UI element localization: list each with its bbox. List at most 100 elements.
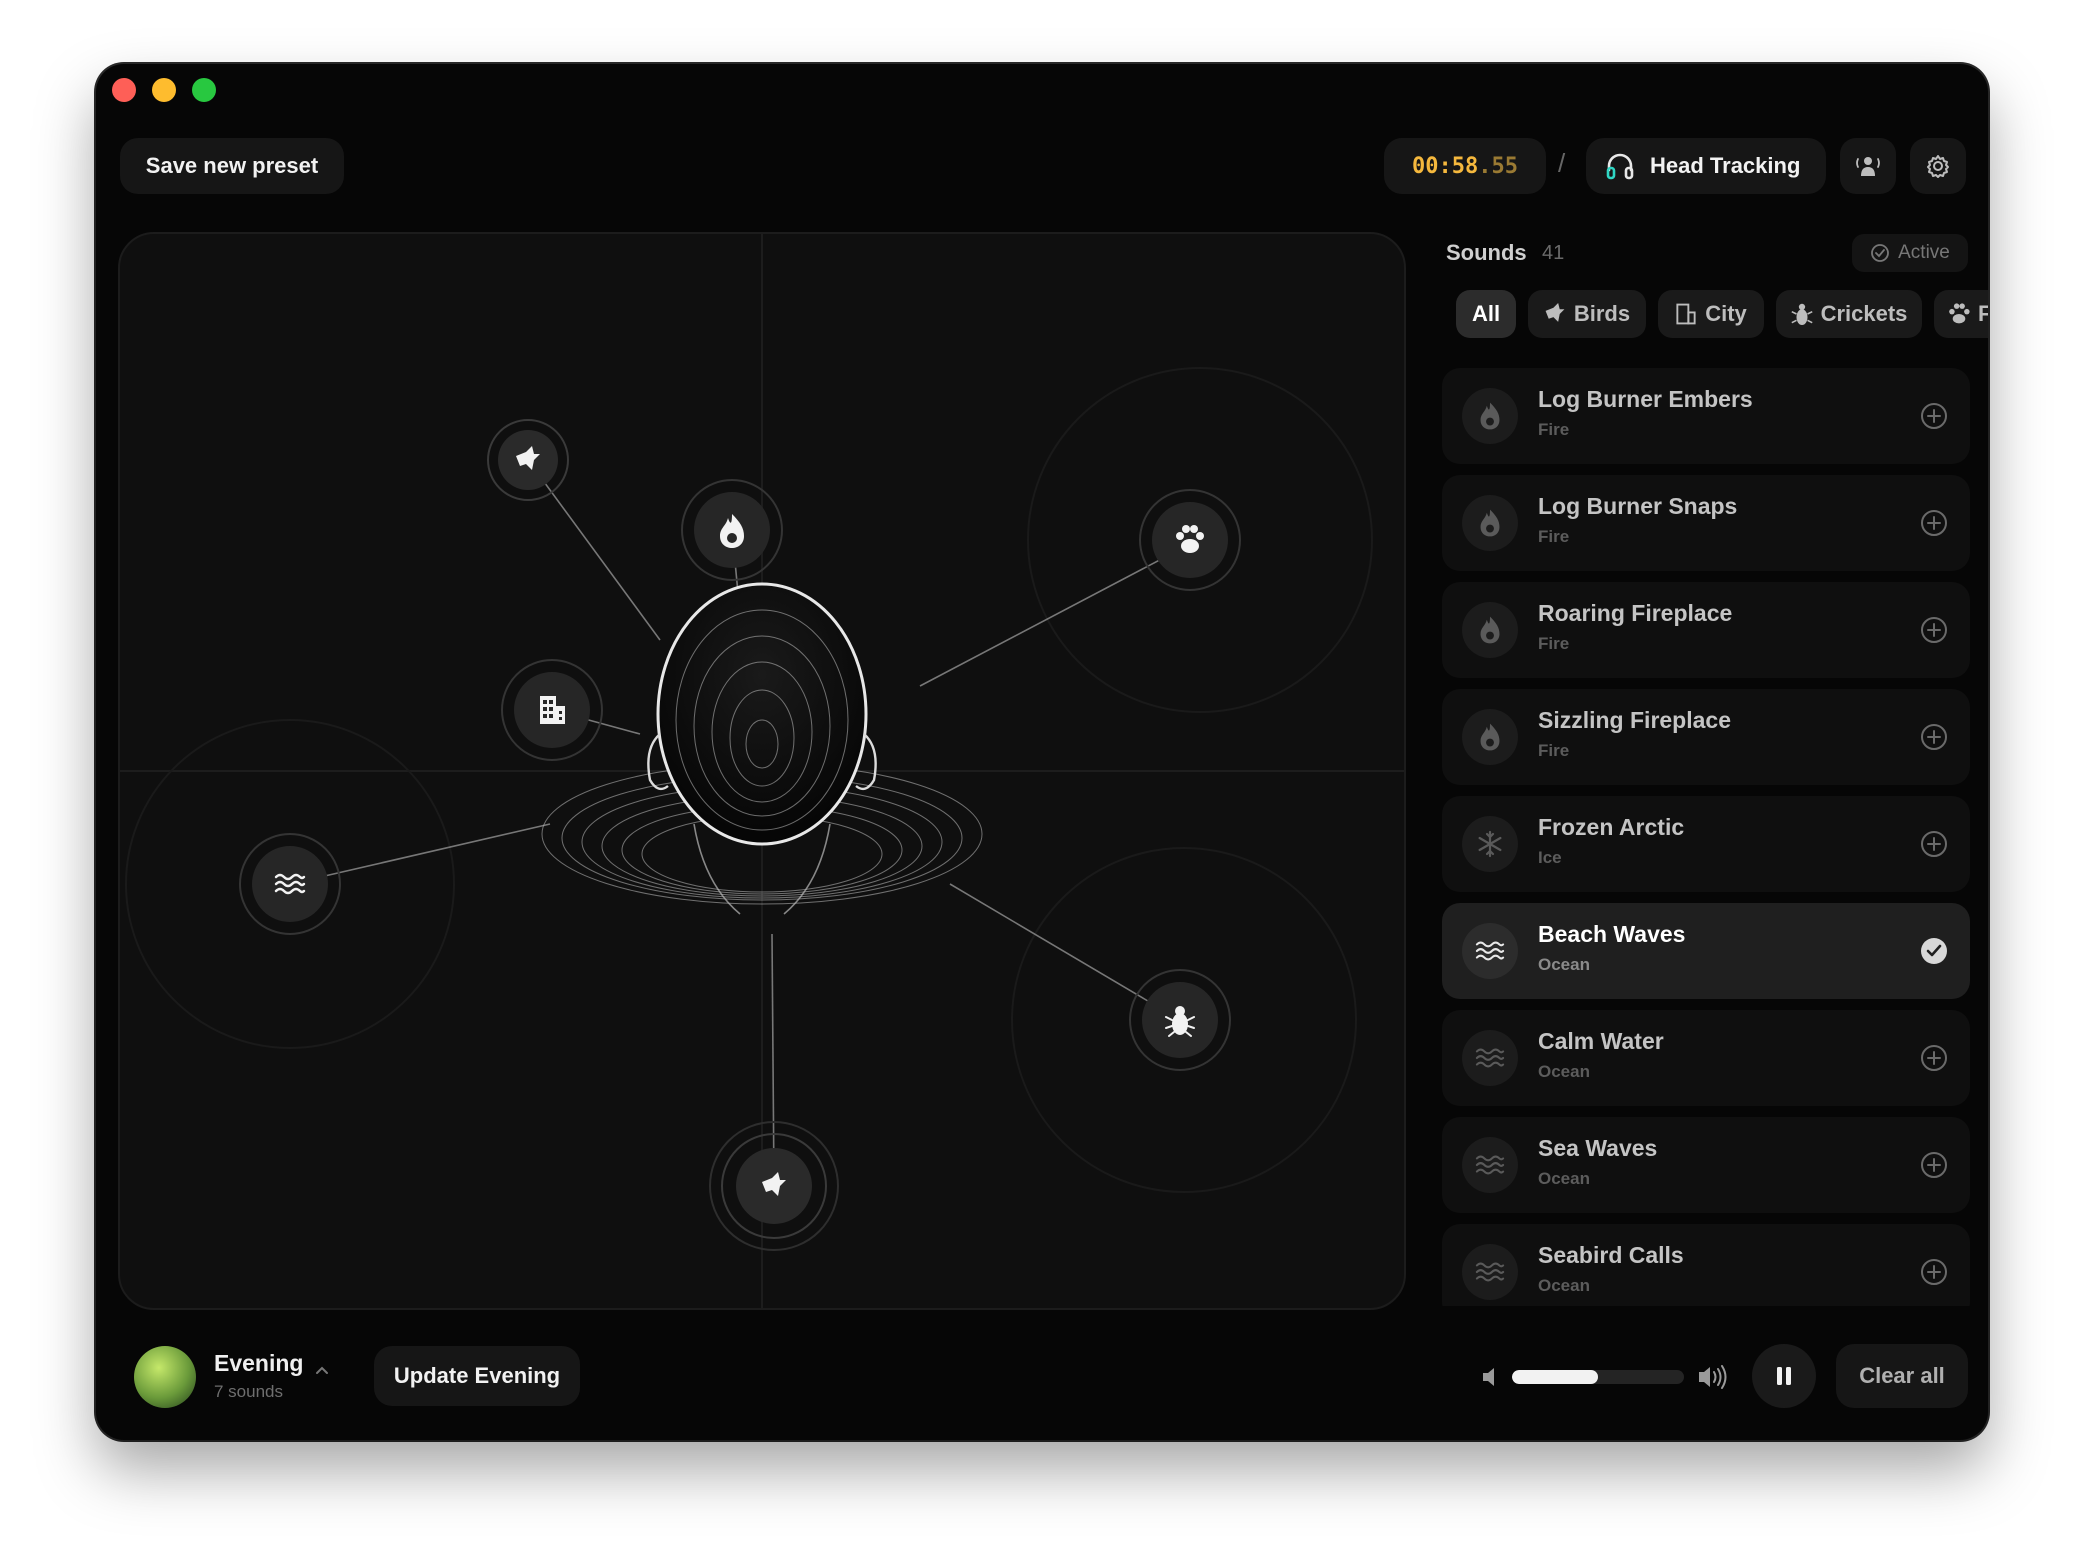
sound-name: Log Burner Embers	[1538, 386, 1753, 412]
sound-row[interactable]: Seabird Calls Ocean	[1442, 1224, 1970, 1306]
sound-row-icon	[1462, 923, 1518, 979]
sound-row-icon	[1462, 388, 1518, 444]
sound-name: Frozen Arctic	[1538, 814, 1685, 840]
filter-city[interactable]: City	[1658, 290, 1764, 338]
preset-name[interactable]: Evening	[214, 1350, 303, 1377]
node-bird-top[interactable]	[487, 419, 569, 501]
sound-category: Fire	[1538, 634, 1570, 653]
pause-icon	[1777, 1367, 1791, 1385]
sound-row-icon	[1462, 709, 1518, 765]
timer-fraction: .55	[1478, 153, 1518, 179]
save-preset-button[interactable]: Save new preset	[120, 138, 344, 194]
sound-row[interactable]: Frozen Arctic Ice	[1442, 796, 1970, 892]
check-circle-icon	[1871, 244, 1890, 262]
pause-button[interactable]	[1752, 1344, 1816, 1408]
node-paw[interactable]	[1139, 489, 1241, 591]
filter-all-label: All	[1471, 301, 1501, 326]
sound-row[interactable]: Sea Waves Ocean	[1442, 1117, 1970, 1213]
sound-row[interactable]: Calm Water Ocean	[1442, 1010, 1970, 1106]
chevron-up-icon[interactable]	[314, 1362, 330, 1378]
filter-city-label: City	[1705, 301, 1747, 326]
sound-name: Seabird Calls	[1538, 1242, 1684, 1268]
sound-name: Log Burner Snaps	[1538, 493, 1738, 519]
sound-row-icon	[1462, 1030, 1518, 1086]
headphones-icon	[1606, 153, 1634, 180]
sound-row[interactable]: Log Burner Embers Fire	[1442, 368, 1970, 464]
snowflake-icon	[1478, 830, 1502, 858]
sound-row-icon	[1462, 816, 1518, 872]
building-icon	[1676, 303, 1696, 325]
node-fire[interactable]	[681, 479, 783, 581]
sound-row[interactable]: Log Burner Snaps Fire	[1442, 475, 1970, 571]
filter-all[interactable]: All	[1456, 290, 1516, 338]
sound-category: Ocean	[1538, 1169, 1590, 1188]
head-tracking-button[interactable]: Head Tracking	[1586, 138, 1826, 194]
sounds-list[interactable]: Log Burner Embers Fire Log Burner Snaps …	[1442, 368, 1970, 1306]
add-circle-icon[interactable]	[1920, 402, 1948, 430]
sound-category: Ice	[1538, 848, 1562, 867]
node-bug[interactable]	[1129, 969, 1231, 1071]
profile-button[interactable]	[1840, 138, 1896, 194]
bird-icon	[1545, 303, 1565, 322]
zoom-window-button[interactable]	[192, 78, 216, 102]
add-circle-icon[interactable]	[1920, 1044, 1948, 1072]
clear-all-button[interactable]: Clear all	[1836, 1344, 1968, 1408]
person-wave-icon	[1856, 157, 1880, 176]
active-filter-button[interactable]: Active	[1852, 234, 1968, 272]
sound-category: Fire	[1538, 420, 1570, 439]
sound-name: Roaring Fireplace	[1538, 600, 1733, 626]
checkmark-icon[interactable]	[1920, 937, 1948, 965]
minimize-window-button[interactable]	[152, 78, 176, 102]
node-city[interactable]	[501, 659, 603, 761]
speaker-high-icon	[1699, 1365, 1727, 1389]
paw-icon	[1949, 303, 1970, 324]
spatial-canvas	[120, 234, 1404, 1308]
elapsed-timer: 00:58.55	[1384, 138, 1546, 194]
sound-name: Sizzling Fireplace	[1538, 707, 1731, 733]
timer-main: 00:58	[1412, 153, 1479, 179]
filter-crickets[interactable]: Crickets	[1776, 290, 1922, 338]
settings-button[interactable]	[1910, 138, 1966, 194]
spatial-stage[interactable]	[118, 232, 1406, 1310]
head-tracking-label: Head Tracking	[1650, 153, 1801, 178]
add-circle-icon[interactable]	[1920, 830, 1948, 858]
active-label: Active	[1898, 242, 1950, 263]
sound-category: Ocean	[1538, 1276, 1590, 1295]
filter-partial-label: F	[1978, 301, 1988, 326]
filter-partial[interactable]: F	[1934, 290, 1988, 338]
add-circle-icon[interactable]	[1920, 723, 1948, 751]
flame-icon	[1480, 723, 1500, 751]
category-filters: All Birds City Crickets F	[1456, 290, 1988, 338]
sound-category: Ocean	[1538, 1062, 1590, 1081]
bug-icon	[1791, 303, 1813, 325]
preset-sound-count: 7 sounds	[214, 1382, 283, 1401]
sound-name: Beach Waves	[1538, 921, 1686, 947]
gear-icon	[1927, 155, 1949, 178]
flame-icon	[1480, 509, 1500, 537]
filter-crickets-label: Crickets	[1820, 301, 1908, 326]
waves-icon	[1475, 941, 1505, 961]
flame-icon	[1480, 402, 1500, 430]
add-circle-icon[interactable]	[1920, 1258, 1948, 1286]
add-circle-icon[interactable]	[1920, 616, 1948, 644]
filter-birds-label: Birds	[1573, 301, 1631, 326]
sound-row[interactable]: Sizzling Fireplace Fire	[1442, 689, 1970, 785]
filter-birds[interactable]: Birds	[1528, 290, 1646, 338]
sound-category: Fire	[1538, 527, 1570, 546]
volume-slider[interactable]	[1512, 1370, 1684, 1384]
sound-category: Fire	[1538, 741, 1570, 760]
waves-icon	[1475, 1262, 1505, 1282]
sound-row-icon	[1462, 495, 1518, 551]
node-waves[interactable]	[239, 833, 341, 935]
sound-row[interactable]: Roaring Fireplace Fire	[1442, 582, 1970, 678]
preset-avatar[interactable]	[134, 1346, 196, 1408]
add-circle-icon[interactable]	[1920, 1151, 1948, 1179]
volume-slider-fill	[1512, 1370, 1598, 1384]
close-window-button[interactable]	[112, 78, 136, 102]
sounds-title: Sounds	[1446, 240, 1527, 265]
add-circle-icon[interactable]	[1920, 509, 1948, 537]
update-preset-button[interactable]: Update Evening	[374, 1346, 580, 1406]
flame-icon	[1480, 616, 1500, 644]
sounds-count: 41	[1542, 242, 1565, 264]
sound-row-selected[interactable]: Beach Waves Ocean	[1442, 903, 1970, 999]
